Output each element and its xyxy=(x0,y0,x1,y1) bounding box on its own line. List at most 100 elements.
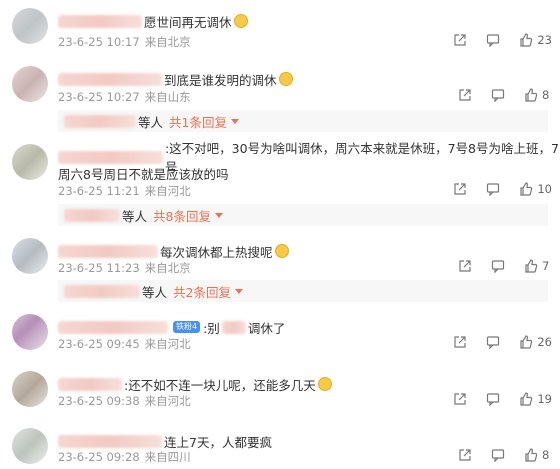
comment-text: 愿世间再无调休 xyxy=(144,14,232,30)
like-count: 8 xyxy=(542,88,550,102)
comment-icon[interactable] xyxy=(486,335,500,349)
comment-icon[interactable] xyxy=(491,448,505,462)
comment-line: :还不如不连一块儿呢，还能多几天 xyxy=(58,375,332,393)
emoji-icon xyxy=(274,244,289,258)
thumbs-up-icon[interactable] xyxy=(519,335,533,349)
comment-text: 到底是谁发明的调休 xyxy=(164,72,277,88)
avatar[interactable] xyxy=(12,371,48,407)
comment-location: 来自山东 xyxy=(144,90,191,104)
avatar[interactable] xyxy=(12,144,48,180)
avatar[interactable] xyxy=(12,428,48,464)
comment-text: :别 xyxy=(203,320,220,336)
comment-location: 来自河北 xyxy=(144,337,191,351)
like-count: 10 xyxy=(537,182,552,196)
comment-icon[interactable] xyxy=(486,33,500,47)
comment-date: 23-6-25 09:38 xyxy=(58,394,140,408)
reply-count-link[interactable]: 共1条回复 xyxy=(169,112,227,131)
comment-line: 每次调休都上热搜呢 xyxy=(58,242,289,260)
comment-date: 23-6-25 10:27 xyxy=(58,90,140,104)
comment-date: 23-6-25 10:17 xyxy=(58,35,140,49)
comment-location: 来自北京 xyxy=(144,261,191,275)
share-icon[interactable] xyxy=(453,33,467,47)
comment-meta: 23-6-25 11:23 来自北京 xyxy=(58,260,191,276)
avatar[interactable] xyxy=(12,314,48,350)
comment-meta: 23-6-25 10:27 来自山东 xyxy=(58,89,191,105)
emoji-icon xyxy=(317,377,332,391)
caret-down-icon[interactable] xyxy=(230,118,239,124)
mention-blurred[interactable] xyxy=(221,320,246,334)
thumbs-up-icon[interactable] xyxy=(519,33,533,47)
reply-summary[interactable]: 等人 共2条回复 xyxy=(58,280,548,302)
reply-summary[interactable]: 等人 共1条回复 xyxy=(58,110,548,132)
comment-location: 来自北京 xyxy=(144,35,191,49)
comment-line: 到底是谁发明的调休 xyxy=(58,70,293,88)
like-count: 8 xyxy=(542,448,550,462)
avatar[interactable] xyxy=(12,8,48,44)
username-blurred[interactable] xyxy=(58,72,162,86)
thumbs-up-icon[interactable] xyxy=(519,182,533,196)
comment-actions: 19 xyxy=(434,392,552,406)
comment-actions: 8 xyxy=(439,448,552,462)
avatar[interactable] xyxy=(12,238,48,274)
comment-text-end: 调休了 xyxy=(247,320,286,336)
reply-names-blurred xyxy=(64,114,136,128)
emoji-icon xyxy=(233,14,248,28)
comment-icon[interactable] xyxy=(486,392,500,406)
comment-location: 来自四川 xyxy=(144,450,191,464)
comment-date: 23-6-25 11:21 xyxy=(58,184,140,198)
comment-meta: 23-6-25 09:38 来自河北 xyxy=(58,393,191,409)
username-blurred[interactable] xyxy=(58,320,168,334)
comment-actions: 26 xyxy=(434,335,552,349)
thumbs-up-icon[interactable] xyxy=(524,88,538,102)
like-count: 19 xyxy=(537,392,552,406)
reply-names-blurred xyxy=(64,284,140,298)
reply-count-link[interactable]: 共2条回复 xyxy=(173,282,231,301)
thumbs-up-icon[interactable] xyxy=(524,448,538,462)
reply-suffix: 等人 xyxy=(142,284,168,300)
comment-date: 23-6-25 11:23 xyxy=(58,261,140,275)
username-blurred[interactable] xyxy=(58,244,158,258)
fan-badge[interactable]: 铁粉4 xyxy=(173,321,201,333)
username-blurred[interactable] xyxy=(58,434,162,448)
comment-meta: 23-6-25 10:17 来自北京 xyxy=(58,34,191,50)
reply-suffix: 等人 xyxy=(122,208,148,224)
thumbs-up-icon[interactable] xyxy=(524,259,538,273)
share-icon[interactable] xyxy=(453,392,467,406)
share-icon[interactable] xyxy=(458,88,472,102)
emoji-icon xyxy=(278,72,293,86)
comment-meta: 23-6-25 09:28 来自四川 xyxy=(58,449,191,465)
comment-text-continued: 周六8号周日不就是应该放的吗 xyxy=(58,166,229,182)
share-icon[interactable] xyxy=(453,182,467,196)
comment-actions: 23 xyxy=(434,33,552,47)
username-blurred[interactable] xyxy=(58,150,163,164)
comment-text: 每次调休都上热搜呢 xyxy=(160,244,273,260)
username-blurred[interactable] xyxy=(58,14,142,28)
comment-icon[interactable] xyxy=(491,88,505,102)
comment-date: 23-6-25 09:45 xyxy=(58,337,140,351)
like-count: 26 xyxy=(537,335,552,349)
share-icon[interactable] xyxy=(458,448,472,462)
comment-date: 23-6-25 09:28 xyxy=(58,450,140,464)
comment-text: :还不如不连一块儿呢，还能多几天 xyxy=(124,377,316,393)
comment-text: 连上7天，人都要疯 xyxy=(164,434,272,450)
reply-names-blurred xyxy=(64,208,120,222)
avatar[interactable] xyxy=(12,66,48,102)
share-icon[interactable] xyxy=(453,335,467,349)
share-icon[interactable] xyxy=(458,259,472,273)
reply-summary[interactable]: 等人 共8条回复 xyxy=(58,204,548,226)
username-blurred[interactable] xyxy=(58,377,122,391)
caret-down-icon[interactable] xyxy=(214,212,223,218)
comment-meta: 23-6-25 09:45 来自河北 xyxy=(58,336,191,352)
caret-down-icon[interactable] xyxy=(234,288,243,294)
comment-location: 来自河北 xyxy=(144,394,191,408)
comment-actions: 10 xyxy=(434,182,552,196)
comment-meta: 23-6-25 11:21 来自河北 xyxy=(58,183,191,199)
thumbs-up-icon[interactable] xyxy=(519,392,533,406)
reply-suffix: 等人 xyxy=(138,114,164,130)
reply-count-link[interactable]: 共8条回复 xyxy=(153,206,211,225)
comment-icon[interactable] xyxy=(491,259,505,273)
comment-actions: 7 xyxy=(439,259,552,273)
comment-icon[interactable] xyxy=(486,182,500,196)
comment-line: 铁粉4 :别 调休了 xyxy=(58,318,285,336)
comment-actions: 8 xyxy=(439,88,552,102)
